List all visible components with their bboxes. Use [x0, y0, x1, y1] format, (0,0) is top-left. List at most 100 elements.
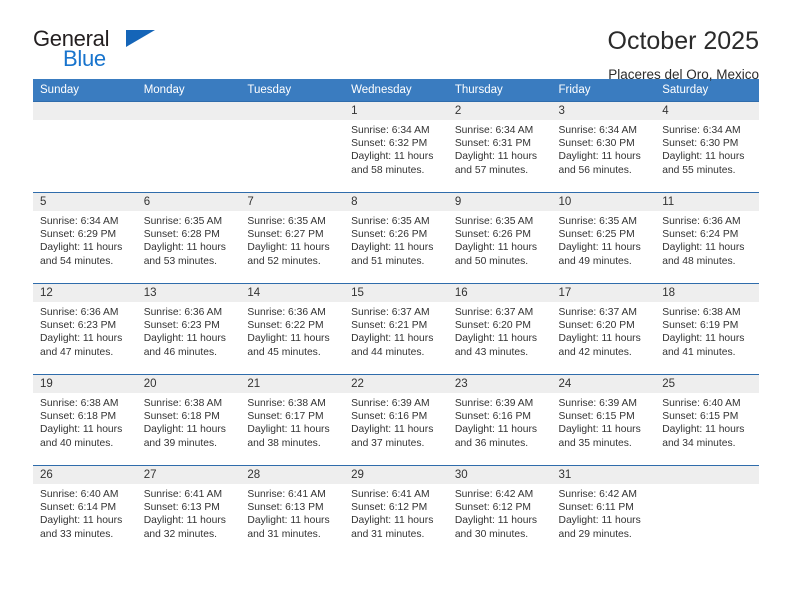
- daylight-duration-line1: Daylight: 11 hours: [558, 242, 641, 254]
- calendar-day-cell[interactable]: 19 Sunrise: 6:38 AM Sunset: 6:18 PM Dayligh…: [33, 374, 137, 466]
- calendar-day-cell[interactable]: 9 Sunrise: 6:35 AM Sunset: 6:26 PM Daylight…: [447, 192, 552, 284]
- sunset-time: Sunset: 6:22 PM: [247, 320, 324, 332]
- day-details: Sunrise: 6:39 AM Sunset: 6:16 PM Daylight:…: [448, 393, 552, 450]
- day-cell-inner: 18 Sunrise: 6:38 AM Sunset: 6:19 PM Dayligh…: [655, 284, 759, 374]
- sunrise-time: Sunrise: 6:36 AM: [40, 307, 119, 318]
- day-details: Sunrise: 6:35 AM Sunset: 6:25 PM Daylight:…: [552, 211, 656, 268]
- day-number: 17: [551, 284, 656, 302]
- daylight-duration-line1: Daylight: 11 hours: [40, 515, 123, 527]
- daylight-duration-line1: Daylight: 11 hours: [143, 515, 226, 527]
- day-number: 12: [33, 284, 137, 302]
- day-cell-inner: 28 Sunrise: 6:41 AM Sunset: 6:13 PM Dayligh…: [240, 466, 345, 556]
- calendar-day-cell[interactable]: 26 Sunrise: 6:40 AM Sunset: 6:14 PM Dayligh…: [33, 465, 137, 556]
- sunrise-time: Sunrise: 6:41 AM: [351, 489, 430, 500]
- daylight-duration-line1: Daylight: 11 hours: [351, 242, 434, 254]
- sunset-time: Sunset: 6:30 PM: [662, 138, 739, 150]
- sunset-time: Sunset: 6:17 PM: [247, 411, 324, 423]
- calendar-day-cell[interactable]: 29 Sunrise: 6:41 AM Sunset: 6:12 PM Dayligh…: [344, 465, 448, 556]
- daylight-duration-line2: and 44 minutes.: [351, 346, 425, 358]
- daylight-duration-line2: and 47 minutes.: [40, 346, 114, 358]
- calendar-day-cell[interactable]: 27 Sunrise: 6:41 AM Sunset: 6:13 PM Dayligh…: [136, 465, 241, 556]
- weekday-header-saturday: Saturday: [655, 79, 759, 102]
- sunrise-time: Sunrise: 6:40 AM: [40, 489, 119, 500]
- sunset-time: Sunset: 6:12 PM: [454, 502, 531, 514]
- day-cell-inner: 22 Sunrise: 6:39 AM Sunset: 6:16 PM Dayligh…: [344, 375, 448, 465]
- daylight-duration-line1: Daylight: 11 hours: [40, 242, 123, 254]
- page-header: General Blue October 2025 Placeres del O…: [33, 0, 759, 81]
- day-number: [136, 102, 241, 120]
- calendar-day-cell[interactable]: 6 Sunrise: 6:35 AM Sunset: 6:28 PM Daylight…: [136, 192, 241, 284]
- calendar-day-cell-empty: [33, 101, 137, 193]
- calendar-day-cell[interactable]: 30 Sunrise: 6:42 AM Sunset: 6:12 PM Dayligh…: [447, 465, 552, 556]
- day-details: Sunrise: 6:34 AM Sunset: 6:32 PM Daylight:…: [344, 120, 448, 177]
- daylight-duration-line2: and 36 minutes.: [454, 437, 529, 449]
- calendar-day-cell[interactable]: 16 Sunrise: 6:37 AM Sunset: 6:20 PM Dayligh…: [447, 283, 552, 375]
- daylight-duration-line2: and 52 minutes.: [247, 255, 321, 267]
- calendar-day-cell[interactable]: 25 Sunrise: 6:40 AM Sunset: 6:15 PM Dayligh…: [655, 374, 759, 466]
- day-details: Sunrise: 6:35 AM Sunset: 6:26 PM Daylight:…: [344, 211, 448, 268]
- calendar-day-cell[interactable]: 23 Sunrise: 6:39 AM Sunset: 6:16 PM Dayligh…: [447, 374, 552, 466]
- day-number: 1: [344, 102, 448, 120]
- calendar-day-cell[interactable]: 11 Sunrise: 6:36 AM Sunset: 6:24 PM Dayligh…: [655, 192, 759, 284]
- day-cell-inner: 25 Sunrise: 6:40 AM Sunset: 6:15 PM Dayligh…: [655, 375, 759, 465]
- calendar-day-cell[interactable]: 24 Sunrise: 6:39 AM Sunset: 6:15 PM Dayligh…: [551, 374, 656, 466]
- day-number: 7: [240, 193, 345, 211]
- sunset-time: Sunset: 6:24 PM: [662, 229, 739, 241]
- calendar-day-cell[interactable]: 31 Sunrise: 6:42 AM Sunset: 6:11 PM Dayligh…: [551, 465, 656, 556]
- day-details: Sunrise: 6:34 AM Sunset: 6:30 PM Daylight:…: [552, 120, 656, 177]
- daylight-duration-line1: Daylight: 11 hours: [351, 333, 434, 345]
- sunrise-time: Sunrise: 6:38 AM: [40, 398, 119, 409]
- sunset-time: Sunset: 6:18 PM: [143, 411, 220, 423]
- daylight-duration-line2: and 42 minutes.: [558, 346, 632, 358]
- calendar-day-cell[interactable]: 2 Sunrise: 6:34 AM Sunset: 6:31 PM Daylight…: [447, 101, 552, 193]
- calendar-day-cell[interactable]: 10 Sunrise: 6:35 AM Sunset: 6:25 PM Dayligh…: [551, 192, 656, 284]
- day-cell-inner: 27 Sunrise: 6:41 AM Sunset: 6:13 PM Dayligh…: [136, 466, 241, 556]
- calendar-day-cell[interactable]: 14 Sunrise: 6:36 AM Sunset: 6:22 PM Dayligh…: [240, 283, 345, 375]
- sunrise-time: Sunrise: 6:35 AM: [143, 216, 223, 227]
- day-cell-inner: 14 Sunrise: 6:36 AM Sunset: 6:22 PM Dayligh…: [240, 284, 345, 374]
- day-details: Sunrise: 6:36 AM Sunset: 6:22 PM Daylight:…: [240, 302, 344, 359]
- day-number: 21: [240, 375, 345, 393]
- daylight-duration-line2: and 31 minutes.: [247, 528, 321, 540]
- day-details: [137, 120, 241, 124]
- day-details: Sunrise: 6:41 AM Sunset: 6:13 PM Daylight:…: [240, 484, 344, 541]
- daylight-duration-line2: and 35 minutes.: [558, 437, 632, 449]
- calendar-day-cell[interactable]: 20 Sunrise: 6:38 AM Sunset: 6:18 PM Dayligh…: [136, 374, 241, 466]
- calendar-day-cell[interactable]: 17 Sunrise: 6:37 AM Sunset: 6:20 PM Dayligh…: [551, 283, 656, 375]
- calendar-day-cell[interactable]: 3 Sunrise: 6:34 AM Sunset: 6:30 PM Daylight…: [551, 101, 656, 193]
- calendar-day-cell[interactable]: 21 Sunrise: 6:38 AM Sunset: 6:17 PM Dayligh…: [240, 374, 345, 466]
- calendar-day-cell[interactable]: 8 Sunrise: 6:35 AM Sunset: 6:26 PM Daylight…: [344, 192, 448, 284]
- sunrise-time: Sunrise: 6:34 AM: [40, 216, 119, 227]
- daylight-duration-line1: Daylight: 11 hours: [143, 333, 226, 345]
- sunset-time: Sunset: 6:31 PM: [454, 138, 531, 150]
- day-number: [655, 466, 759, 484]
- calendar-day-cell[interactable]: 12 Sunrise: 6:36 AM Sunset: 6:23 PM Dayligh…: [33, 283, 137, 375]
- day-cell-inner: [240, 102, 345, 192]
- calendar-day-cell[interactable]: 5 Sunrise: 6:34 AM Sunset: 6:29 PM Daylight…: [33, 192, 137, 284]
- calendar-day-cell[interactable]: 28 Sunrise: 6:41 AM Sunset: 6:13 PM Dayligh…: [240, 465, 345, 556]
- calendar-day-cell[interactable]: 1 Sunrise: 6:34 AM Sunset: 6:32 PM Daylight…: [344, 101, 448, 193]
- day-number: 11: [655, 193, 759, 211]
- weekday-header-sunday: Sunday: [33, 79, 137, 102]
- calendar-day-cell[interactable]: 22 Sunrise: 6:39 AM Sunset: 6:16 PM Dayligh…: [344, 374, 448, 466]
- day-number: 24: [551, 375, 656, 393]
- day-number: 27: [136, 466, 241, 484]
- day-number: 9: [447, 193, 552, 211]
- calendar-day-cell[interactable]: 4 Sunrise: 6:34 AM Sunset: 6:30 PM Daylight…: [655, 101, 759, 193]
- day-cell-inner: 5 Sunrise: 6:34 AM Sunset: 6:29 PM Daylight…: [33, 193, 137, 283]
- calendar-day-cell[interactable]: 13 Sunrise: 6:36 AM Sunset: 6:23 PM Dayligh…: [136, 283, 241, 375]
- daylight-duration-line1: Daylight: 11 hours: [351, 151, 434, 163]
- sunset-time: Sunset: 6:15 PM: [558, 411, 635, 423]
- calendar-day-cell[interactable]: 7 Sunrise: 6:35 AM Sunset: 6:27 PM Daylight…: [240, 192, 345, 284]
- day-details: Sunrise: 6:41 AM Sunset: 6:13 PM Daylight:…: [137, 484, 241, 541]
- day-number: 6: [136, 193, 241, 211]
- calendar-day-cell[interactable]: 18 Sunrise: 6:38 AM Sunset: 6:19 PM Dayligh…: [655, 283, 759, 375]
- sunset-time: Sunset: 6:13 PM: [247, 502, 324, 514]
- calendar-day-cell[interactable]: 15 Sunrise: 6:37 AM Sunset: 6:21 PM Dayligh…: [344, 283, 448, 375]
- sunrise-time: Sunrise: 6:36 AM: [247, 307, 326, 318]
- daylight-duration-line1: Daylight: 11 hours: [454, 515, 538, 527]
- daylight-duration-line2: and 54 minutes.: [40, 255, 114, 267]
- general-blue-logo[interactable]: General Blue: [33, 28, 155, 74]
- sunset-time: Sunset: 6:18 PM: [40, 411, 117, 423]
- daylight-duration-line1: Daylight: 11 hours: [247, 242, 330, 254]
